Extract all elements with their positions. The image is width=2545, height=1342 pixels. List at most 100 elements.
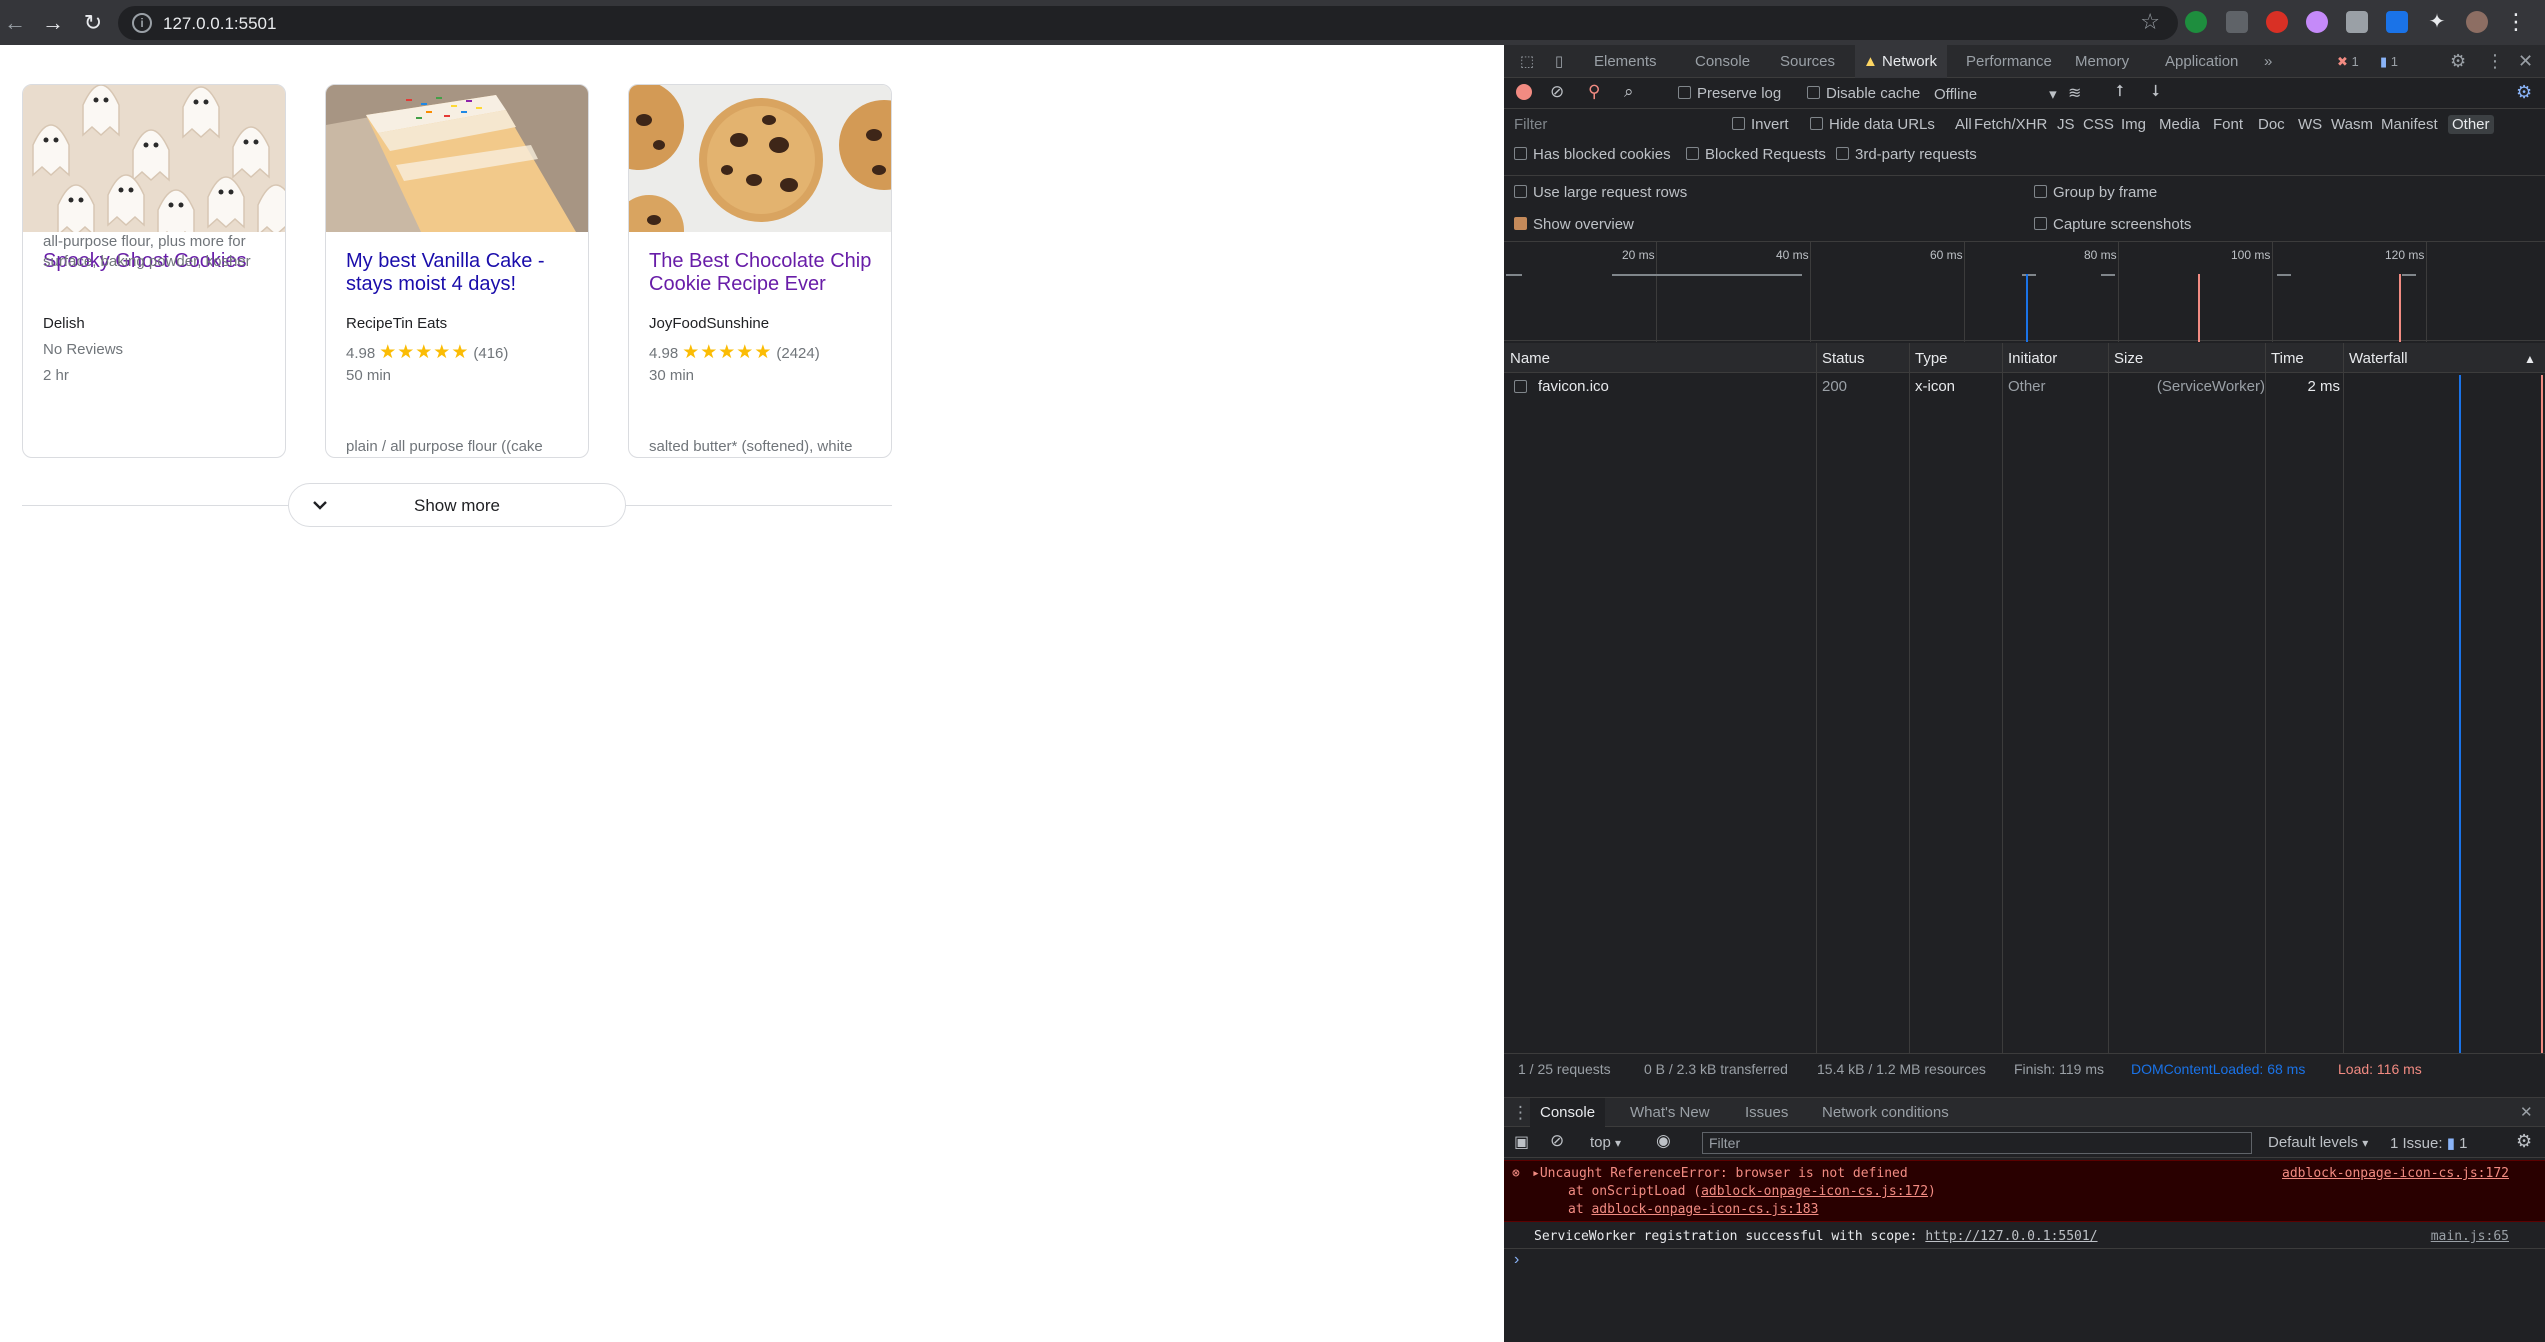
disable-cache-checkbox[interactable]: Disable cache: [1807, 85, 1920, 102]
extension-grammarly-icon[interactable]: [2185, 11, 2207, 33]
import-har-icon[interactable]: ⭡: [2116, 83, 2124, 101]
capture-screenshots-checkbox[interactable]: Capture screenshots: [2034, 216, 2191, 233]
type-filter-img[interactable]: Img: [2117, 115, 2150, 134]
log-levels-select[interactable]: Default levels ▾: [2268, 1134, 2368, 1151]
recipe-title[interactable]: My best Vanilla Cake - stays moist 4 day…: [346, 250, 576, 296]
drawer-tab-console[interactable]: Console: [1530, 1098, 1606, 1128]
tab-sources[interactable]: Sources: [1780, 45, 1835, 78]
network-filter-input[interactable]: Filter: [1514, 116, 1547, 133]
type-filter-fetch-xhr[interactable]: Fetch/XHR: [1970, 115, 2051, 134]
large-rows-checkbox[interactable]: Use large request rows: [1514, 184, 1687, 201]
extension-k-icon[interactable]: [2346, 11, 2368, 33]
console-log-message[interactable]: ServiceWorker registration successful wi…: [1504, 1225, 2545, 1249]
column-size[interactable]: Size: [2114, 350, 2143, 367]
tab-elements[interactable]: Elements: [1594, 45, 1657, 78]
type-filter-js[interactable]: JS: [2053, 115, 2079, 134]
more-tabs-icon[interactable]: »: [2264, 45, 2272, 78]
issues-counter[interactable]: 1 Issue: ▮ 1: [2390, 1134, 2467, 1152]
device-toolbar-icon[interactable]: ▯: [1546, 45, 1572, 78]
show-more-button[interactable]: Show more: [288, 483, 626, 527]
extension-cookie-icon[interactable]: [2306, 11, 2328, 33]
drawer-tab-network-conditions[interactable]: Network conditions: [1822, 1098, 1949, 1128]
hide-data-urls-checkbox[interactable]: Hide data URLs: [1810, 116, 1935, 133]
invert-checkbox[interactable]: Invert: [1732, 116, 1789, 133]
bookmark-star-icon[interactable]: ☆: [2140, 9, 2160, 35]
extension-bowtie-icon[interactable]: [2226, 11, 2248, 33]
recipe-title[interactable]: The Best Chocolate Chip Cookie Recipe Ev…: [649, 250, 879, 296]
record-icon[interactable]: [1516, 84, 1532, 104]
eye-icon[interactable]: ◉: [1656, 1131, 1671, 1151]
recipe-card[interactable]: My best Vanilla Cake - stays moist 4 day…: [325, 84, 589, 458]
column-status[interactable]: Status: [1822, 350, 1865, 367]
console-error-message[interactable]: ⊗ ▸Uncaught ReferenceError: browser is n…: [1504, 1160, 2545, 1222]
request-name[interactable]: favicon.ico: [1538, 378, 1609, 395]
recipe-image-vanilla-cake[interactable]: [326, 85, 588, 232]
network-overview-timeline[interactable]: 20 ms 40 ms 60 ms 80 ms 100 ms 120 ms: [1504, 241, 2545, 342]
address-bar[interactable]: i 127.0.0.1:5501 ☆: [118, 6, 2178, 40]
message-count-badge[interactable]: ▮ 1: [2380, 45, 2398, 78]
third-party-requests-checkbox[interactable]: 3rd-party requests: [1836, 146, 1977, 163]
close-drawer-icon[interactable]: ✕: [2520, 1098, 2533, 1128]
tab-console[interactable]: Console: [1695, 45, 1750, 78]
drawer-tab-issues[interactable]: Issues: [1745, 1098, 1788, 1128]
extension-translate-icon[interactable]: [2386, 11, 2408, 33]
recipe-card[interactable]: Spooky Ghost Cookies Delish No Reviews 2…: [22, 84, 286, 458]
throttling-select[interactable]: Offline ▾: [1934, 85, 2057, 103]
has-blocked-cookies-checkbox[interactable]: Has blocked cookies: [1514, 146, 1671, 163]
preserve-log-checkbox[interactable]: Preserve log: [1678, 85, 1781, 102]
column-time[interactable]: Time: [2271, 350, 2304, 367]
more-options-icon[interactable]: ⋮: [2486, 45, 2504, 78]
chrome-menu-icon[interactable]: ⋮: [2505, 8, 2527, 36]
blocked-requests-checkbox[interactable]: Blocked Requests: [1686, 146, 1826, 163]
error-text[interactable]: ▸Uncaught ReferenceError: browser is not…: [1532, 1166, 1908, 1181]
tab-application[interactable]: Application: [2165, 45, 2238, 78]
network-settings-icon[interactable]: ⚙: [2516, 82, 2532, 103]
profile-avatar[interactable]: [2466, 11, 2488, 33]
recipe-image-ghost-cookies[interactable]: [23, 85, 285, 232]
type-filter-manifest[interactable]: Manifest: [2377, 115, 2442, 134]
close-devtools-icon[interactable]: ✕: [2518, 45, 2533, 78]
drawer-tab-whats-new[interactable]: What's New: [1630, 1098, 1710, 1128]
context-select[interactable]: top ▾: [1590, 1134, 1621, 1151]
settings-gear-icon[interactable]: ⚙: [2450, 45, 2466, 78]
sort-ascending-icon[interactable]: ▲: [2524, 352, 2536, 366]
column-type[interactable]: Type: [1915, 350, 1948, 367]
error-source-link[interactable]: adblock-onpage-icon-cs.js:172: [2282, 1166, 2509, 1181]
tab-performance[interactable]: Performance: [1966, 45, 2052, 78]
column-waterfall[interactable]: Waterfall: [2349, 350, 2408, 367]
console-settings-icon[interactable]: ⚙: [2516, 1131, 2532, 1152]
tab-network[interactable]: ▲ Network: [1855, 45, 1948, 78]
type-filter-media[interactable]: Media: [2155, 115, 2204, 134]
table-row[interactable]: favicon.ico 200 x-icon Other (ServiceWor…: [1504, 374, 2545, 398]
show-overview-checkbox[interactable]: Show overview: [1514, 216, 1634, 233]
stack-frame-link[interactable]: adblock-onpage-icon-cs.js:172: [1701, 1184, 1928, 1199]
column-initiator[interactable]: Initiator: [2008, 350, 2057, 367]
search-icon[interactable]: ⌕: [1624, 82, 1634, 102]
type-filter-doc[interactable]: Doc: [2254, 115, 2289, 134]
type-filter-font[interactable]: Font: [2209, 115, 2247, 134]
network-conditions-icon[interactable]: ≋: [2068, 83, 2081, 103]
console-prompt[interactable]: ›: [1514, 1251, 1519, 1269]
extension-adblock-icon[interactable]: [2266, 11, 2288, 33]
stack-frame-link[interactable]: adblock-onpage-icon-cs.js:183: [1591, 1202, 1818, 1217]
tab-memory[interactable]: Memory: [2075, 45, 2129, 78]
type-filter-wasm[interactable]: Wasm: [2327, 115, 2377, 134]
extensions-puzzle-icon[interactable]: ✦: [2426, 11, 2448, 33]
type-filter-ws[interactable]: WS: [2294, 115, 2326, 134]
console-filter-input[interactable]: Filter: [1702, 1132, 2252, 1154]
back-icon[interactable]: ←: [0, 8, 30, 38]
type-filter-css[interactable]: CSS: [2079, 115, 2118, 134]
drawer-menu-icon[interactable]: ⋮: [1512, 1098, 1529, 1128]
scope-link[interactable]: http://127.0.0.1:5501/: [1925, 1229, 2097, 1244]
export-har-icon[interactable]: ⭣: [2152, 83, 2160, 101]
error-count-badge[interactable]: ✖ 1: [2337, 45, 2359, 78]
recipe-card[interactable]: The Best Chocolate Chip Cookie Recipe Ev…: [628, 84, 892, 458]
log-source-link[interactable]: main.js:65: [2431, 1229, 2509, 1244]
forward-icon[interactable]: →: [38, 8, 68, 38]
url-text[interactable]: 127.0.0.1:5501: [163, 14, 276, 34]
filter-icon[interactable]: ⚲: [1588, 82, 1600, 102]
reload-icon[interactable]: ↻: [78, 8, 108, 38]
group-by-frame-checkbox[interactable]: Group by frame: [2034, 184, 2157, 201]
site-info-icon[interactable]: i: [132, 13, 152, 33]
inspect-element-icon[interactable]: ⬚: [1514, 45, 1540, 78]
